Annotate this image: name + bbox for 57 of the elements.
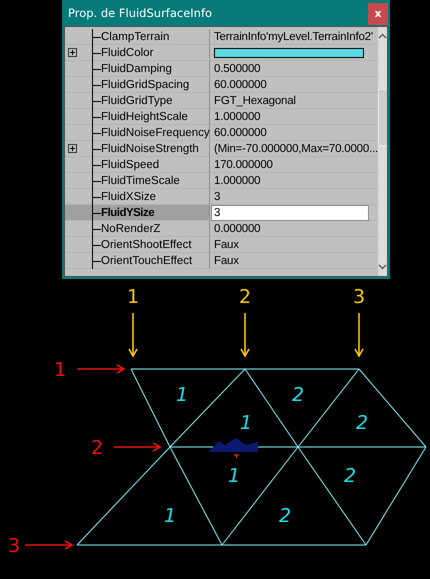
row-number: 2 [90,437,104,459]
property-name[interactable]: NoRenderZ [101,222,160,234]
property-value: 1.000000 [214,174,260,186]
cell-number: 1 [228,465,240,487]
property-value: 0.500000 [214,62,260,74]
property-value: FGT_Hexagonal [214,94,296,106]
property-value: (Min=-70.000000,Max=70.0000... [214,142,378,154]
terrain-sprite-icon [209,438,258,458]
property-name[interactable]: OrientShootEffect [101,238,192,250]
property-name[interactable]: FluidHeightScale [101,110,188,122]
row-number: 1 [54,359,66,381]
scrollbar[interactable] [378,27,387,276]
row-number: 3 [8,535,20,557]
scroll-up-icon[interactable] [378,33,387,39]
property-value: TerrainInfo'myLevel.TerrainInfo2' [214,30,373,42]
expand-icon[interactable] [68,144,77,152]
property-name[interactable]: FluidNoiseStrength [101,142,199,154]
column-number: 3 [352,286,366,308]
property-name[interactable]: FluidNoiseFrequency [101,126,210,138]
window-title: Prop. de FluidSurfaceInfo [67,6,212,20]
down-arrow [354,312,364,358]
close-button[interactable]: x [368,2,388,24]
property-name[interactable]: FluidGridSpacing [101,78,190,90]
property-name[interactable]: OrientTouchEffect [101,254,192,266]
right-arrow [76,364,126,374]
scroll-down-icon[interactable] [378,264,387,270]
property-value: 0.000000 [214,222,260,234]
property-name[interactable]: FluidTimeScale [101,174,180,186]
color-swatch[interactable] [214,48,364,58]
cell-number: 2 [278,505,292,527]
cell-number: 2 [292,384,304,406]
property-name[interactable]: FluidDamping [101,62,172,74]
property-value: 60.000000 [214,78,267,90]
cell-number: 2 [344,465,356,487]
cell-number: 1 [240,412,252,434]
property-value: 1.000000 [214,110,260,122]
property-value: Faux [214,254,239,266]
right-arrow [24,540,74,550]
property-name[interactable]: FluidColor [101,46,154,58]
cell-number: 2 [356,412,368,434]
right-arrow [113,442,162,452]
property-name[interactable]: FluidXSize [101,190,156,202]
property-value: 170.000000 [214,158,273,170]
property-value: Faux [214,238,239,250]
expand-icon[interactable] [68,48,77,56]
cell-number: 1 [164,505,176,527]
column-number: 1 [126,286,140,308]
value-input[interactable]: 3 [211,204,369,220]
down-arrow [128,312,138,358]
cell-number: 1 [176,384,188,406]
property-name[interactable]: FluidGridType [101,94,173,106]
property-name[interactable]: ClampTerrain [101,30,170,42]
property-value: 3 [214,190,220,202]
down-arrow [240,312,250,358]
property-value: 60.000000 [214,126,267,138]
property-name[interactable]: FluidSpeed [101,158,160,170]
column-number: 2 [238,286,252,308]
